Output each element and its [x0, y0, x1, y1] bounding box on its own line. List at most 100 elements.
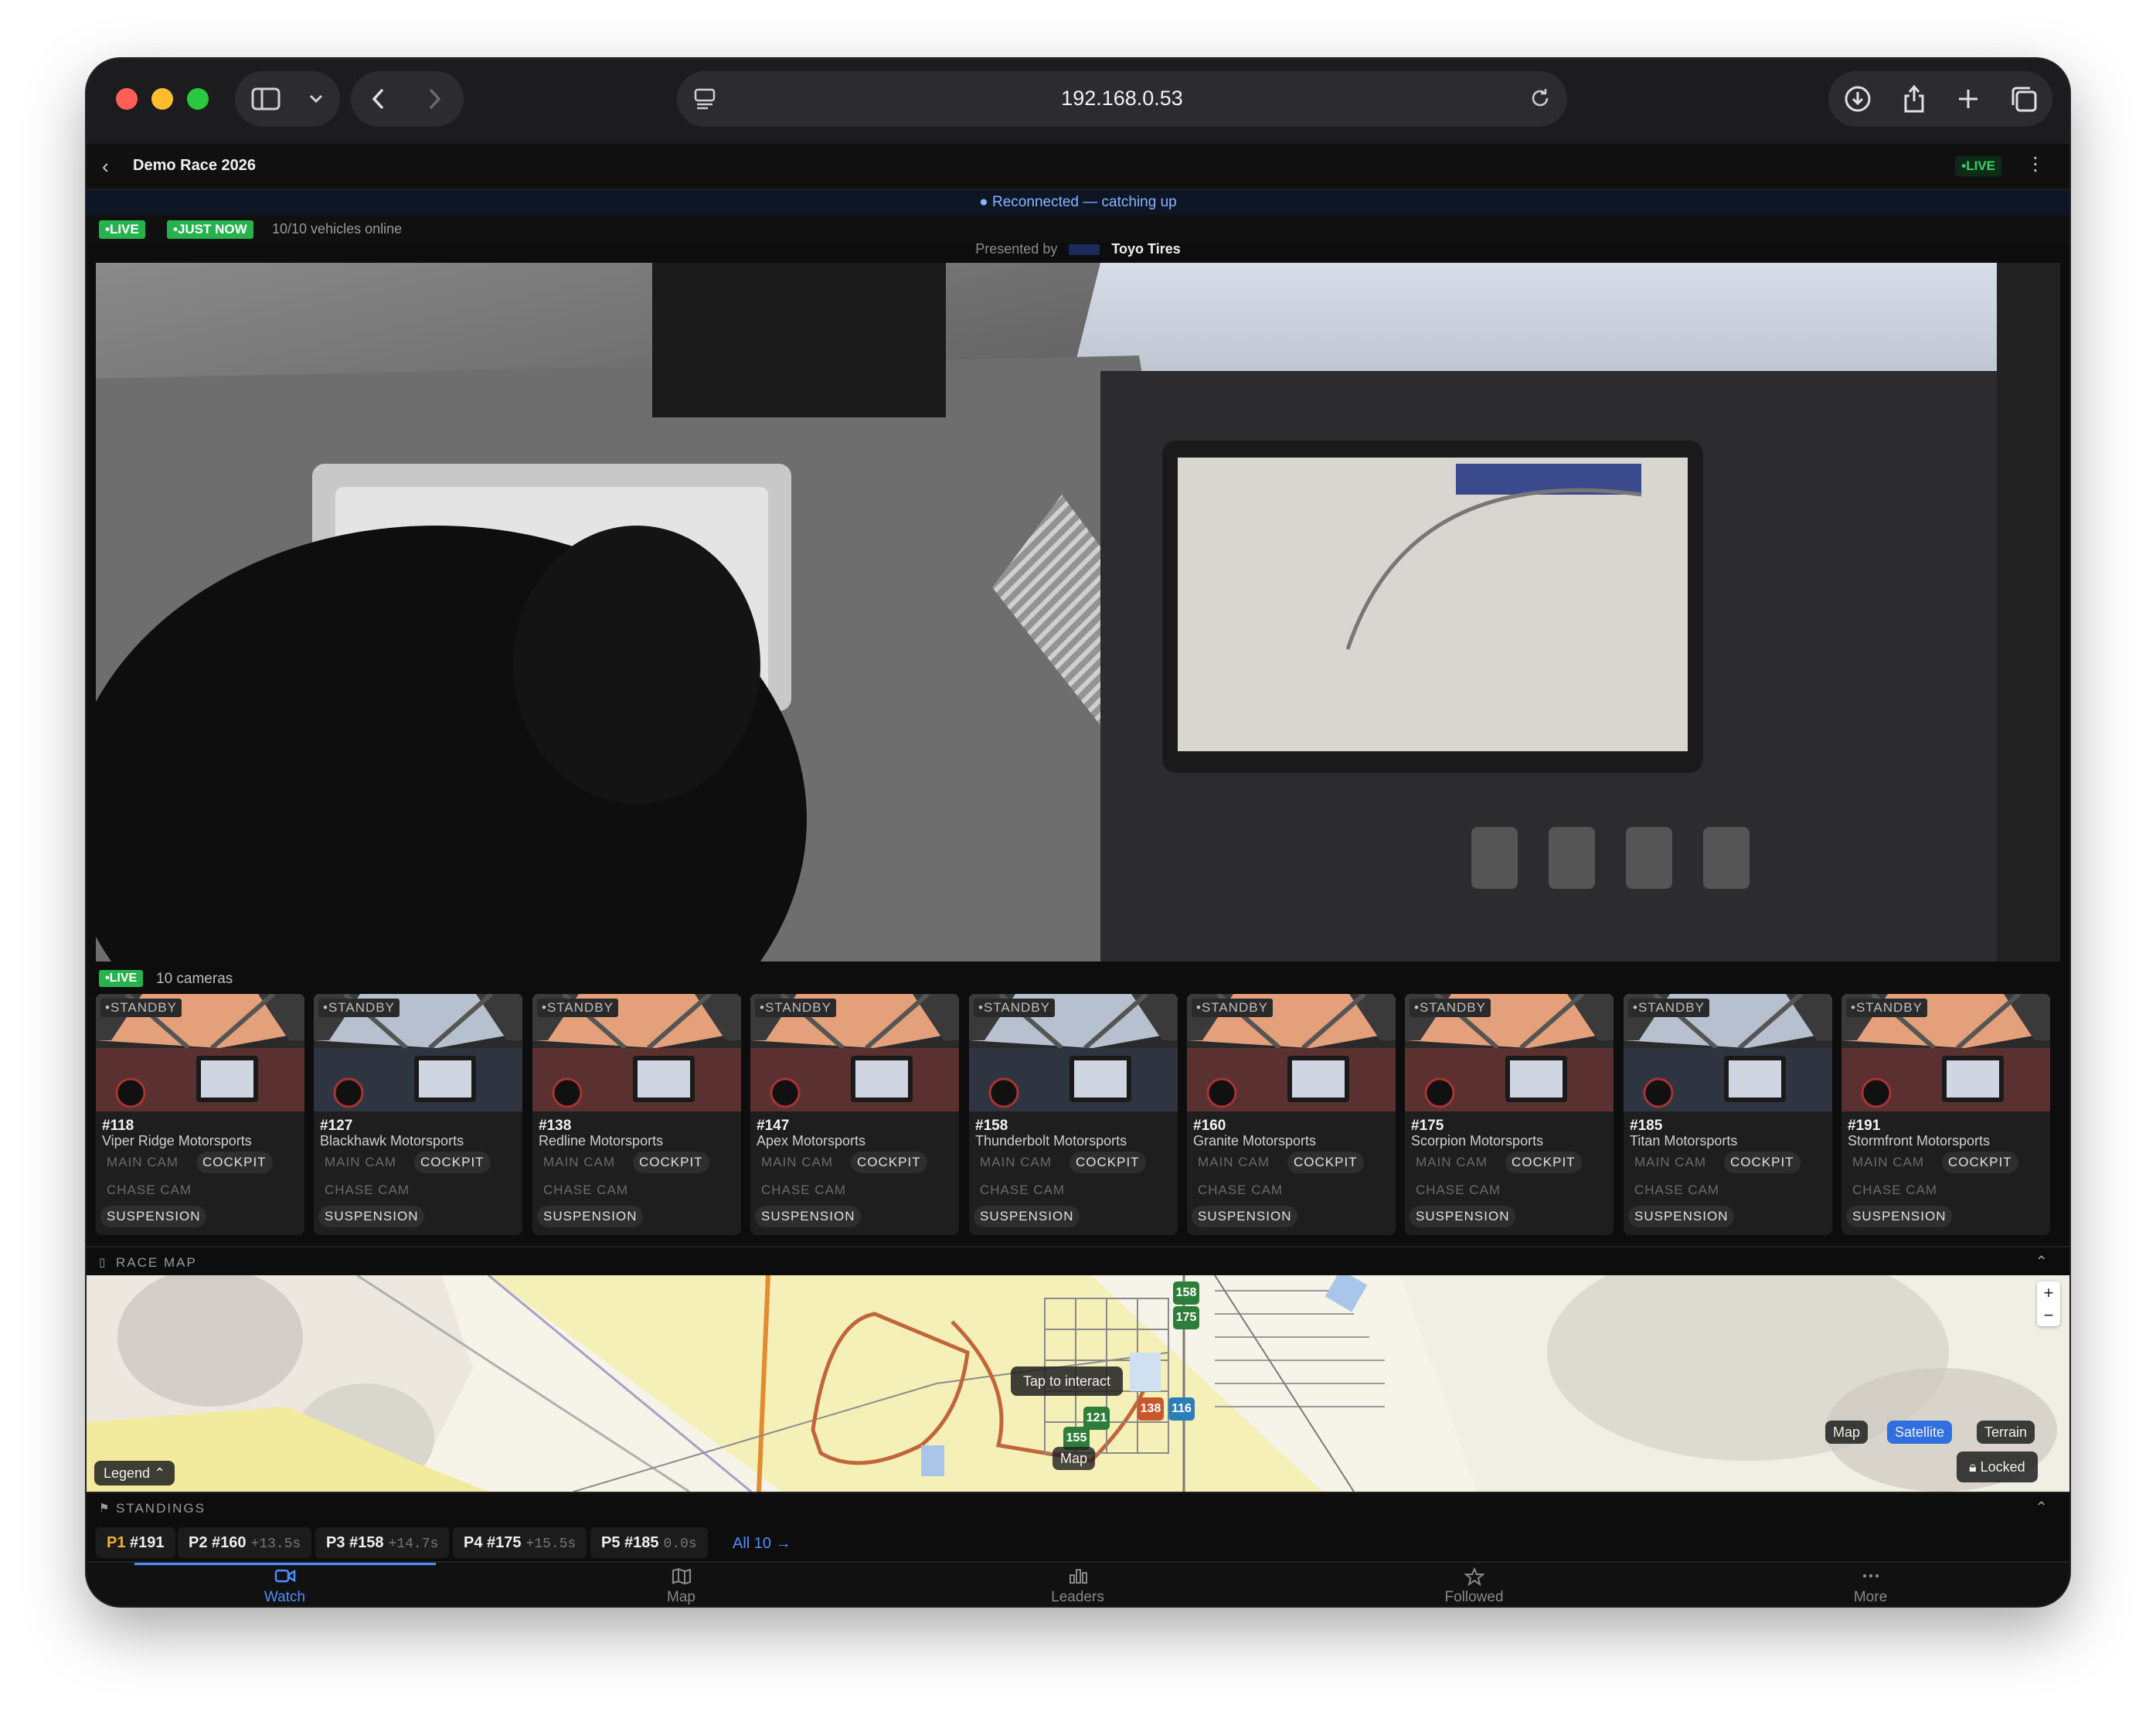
tab-more[interactable]: More — [1672, 1563, 2069, 1606]
chase-cam-option[interactable]: CHASE CAM — [1628, 1179, 1726, 1201]
camera-card[interactable]: •STANDBY #160 Granite Motorsports MAIN CAM C… — [1187, 994, 1396, 1235]
suspension-option[interactable]: SUSPENSION — [1192, 1206, 1298, 1227]
zoom-in-button[interactable]: + — [2037, 1281, 2060, 1304]
sidebar-icon[interactable] — [235, 71, 297, 127]
suspension-option[interactable]: SUSPENSION — [1628, 1206, 1735, 1227]
main-video-player[interactable] — [96, 263, 2060, 961]
suspension-option[interactable]: SUSPENSION — [1846, 1206, 1953, 1227]
download-icon[interactable] — [1844, 85, 1872, 113]
forward-icon[interactable] — [406, 71, 462, 127]
main-cam-option[interactable]: MAIN CAM — [1410, 1152, 1494, 1173]
main-cam-option[interactable]: MAIN CAM — [755, 1152, 839, 1173]
standing-chip[interactable]: P3 #158 +14.7s — [315, 1527, 450, 1558]
chase-cam-option[interactable]: CHASE CAM — [755, 1179, 852, 1201]
camera-card[interactable]: •STANDBY #138 Redline Motorsports MAIN CAM C… — [532, 994, 741, 1235]
main-cam-option[interactable]: MAIN CAM — [1628, 1152, 1712, 1173]
suspension-option[interactable]: SUSPENSION — [755, 1206, 862, 1227]
car-pin[interactable]: 116 — [1168, 1397, 1195, 1421]
camera-card[interactable]: •STANDBY #191 Stormfront Motorsports MAIN C… — [1841, 994, 2050, 1235]
standing-chip[interactable]: P2 #160 +13.5s — [178, 1527, 312, 1558]
suspension-option[interactable]: SUSPENSION — [100, 1206, 207, 1227]
race-map[interactable]: 158 175 138 116 121 155 Tap to interact … — [87, 1275, 2069, 1492]
tab-followed[interactable]: Followed — [1276, 1563, 1672, 1606]
camera-thumbnail[interactable]: •STANDBY — [750, 994, 959, 1111]
camera-card[interactable]: •STANDBY #147 Apex Motorsports MAIN CAM COCK… — [750, 994, 959, 1235]
reload-icon[interactable] — [1529, 87, 1552, 114]
chase-cam-option[interactable]: CHASE CAM — [974, 1179, 1071, 1201]
cockpit-option[interactable]: COCKPIT — [414, 1152, 491, 1173]
standing-chip[interactable]: P1 #191 — [96, 1527, 175, 1558]
cockpit-option[interactable]: COCKPIT — [196, 1152, 273, 1173]
main-cam-option[interactable]: MAIN CAM — [1846, 1152, 1930, 1173]
zoom-out-button[interactable]: − — [2037, 1304, 2060, 1326]
share-icon[interactable] — [1902, 84, 1926, 114]
new-tab-icon[interactable] — [1957, 87, 1980, 111]
camera-thumbnail[interactable]: •STANDBY — [1187, 994, 1396, 1111]
cockpit-option[interactable]: COCKPIT — [633, 1152, 709, 1173]
map-mode-terrain-button[interactable]: Terrain — [1977, 1421, 2035, 1444]
minimize-window-button[interactable] — [151, 88, 173, 110]
camera-thumbnail[interactable]: •STANDBY — [969, 994, 1178, 1111]
tab-watch[interactable]: Watch — [87, 1563, 483, 1606]
chevron-down-icon[interactable] — [297, 71, 335, 127]
camera-thumbnail[interactable]: •STANDBY — [532, 994, 741, 1111]
collapse-chevron-icon[interactable]: ⌃ — [2035, 1498, 2048, 1517]
tab-leaders[interactable]: Leaders — [879, 1563, 1276, 1606]
suspension-option[interactable]: SUSPENSION — [1410, 1206, 1516, 1227]
chase-cam-option[interactable]: CHASE CAM — [100, 1179, 198, 1201]
standings-header[interactable]: ⚑ STANDINGS ⌃ — [87, 1492, 2069, 1520]
camera-thumbnail[interactable]: •STANDBY — [1624, 994, 1832, 1111]
camera-card[interactable]: •STANDBY #175 Scorpion Motorsports MAIN CAM… — [1405, 994, 1614, 1235]
chase-cam-option[interactable]: CHASE CAM — [1410, 1179, 1507, 1201]
cockpit-option[interactable]: COCKPIT — [851, 1152, 927, 1173]
camera-card[interactable]: •STANDBY #118 Viper Ridge Motorsports MAIN … — [96, 994, 304, 1235]
camera-thumbnail[interactable]: •STANDBY — [314, 994, 522, 1111]
map-mode-map-button[interactable]: Map — [1825, 1421, 1869, 1444]
standing-chip[interactable]: P5 #185 0.0s — [590, 1527, 708, 1558]
main-cam-option[interactable]: MAIN CAM — [537, 1152, 621, 1173]
map-mode-map[interactable]: Map — [1052, 1447, 1096, 1470]
tap-to-interact-hint[interactable]: Tap to interact — [1011, 1366, 1124, 1396]
main-cam-option[interactable]: MAIN CAM — [318, 1152, 403, 1173]
cockpit-option[interactable]: COCKPIT — [1505, 1152, 1582, 1173]
camera-thumbnail[interactable]: •STANDBY — [1841, 994, 2050, 1111]
legend-button[interactable]: Legend ⌃ — [94, 1461, 175, 1485]
main-cam-option[interactable]: MAIN CAM — [100, 1152, 185, 1173]
car-pin[interactable]: 175 — [1173, 1306, 1199, 1329]
tab-overview-icon[interactable] — [2010, 85, 2038, 113]
address-bar[interactable]: 192.168.0.53 — [677, 71, 1567, 127]
close-window-button[interactable] — [116, 88, 138, 110]
suspension-option[interactable]: SUSPENSION — [974, 1206, 1080, 1227]
camera-thumbnail[interactable]: •STANDBY — [96, 994, 304, 1111]
suspension-option[interactable]: SUSPENSION — [318, 1206, 425, 1227]
chase-cam-option[interactable]: CHASE CAM — [1192, 1179, 1289, 1201]
camera-thumbnail[interactable]: •STANDBY — [1405, 994, 1614, 1111]
tab-map[interactable]: Map — [483, 1563, 879, 1606]
camera-card[interactable]: •STANDBY #127 Blackhawk Motorsports MAIN CA… — [314, 994, 522, 1235]
all-standings-link[interactable]: All 10 → — [733, 1535, 791, 1553]
chase-cam-option[interactable]: CHASE CAM — [318, 1179, 416, 1201]
back-icon[interactable] — [351, 71, 406, 127]
map-lock-button[interactable]: 🔒︎ Locked — [1957, 1451, 2038, 1482]
car-pin[interactable]: 138 — [1138, 1397, 1164, 1421]
main-cam-option[interactable]: MAIN CAM — [1192, 1152, 1276, 1173]
more-vertical-icon[interactable]: ⋮ — [2026, 153, 2045, 175]
map-mode-satellite-button[interactable]: Satellite — [1887, 1421, 1953, 1444]
cockpit-option[interactable]: COCKPIT — [1287, 1152, 1364, 1173]
car-pin[interactable]: 158 — [1173, 1281, 1199, 1305]
camera-card[interactable]: •STANDBY #185 Titan Motorsports MAIN CAM COC… — [1624, 994, 1832, 1235]
chase-cam-option[interactable]: CHASE CAM — [537, 1179, 634, 1201]
collapse-chevron-icon[interactable]: ⌃ — [2035, 1252, 2048, 1271]
cockpit-option[interactable]: COCKPIT — [1724, 1152, 1801, 1173]
camera-card[interactable]: •STANDBY #158 Thunderbolt Motorsports MAIN … — [969, 994, 1178, 1235]
zoom-window-button[interactable] — [187, 88, 209, 110]
chase-cam-option[interactable]: CHASE CAM — [1846, 1179, 1943, 1201]
cockpit-option[interactable]: COCKPIT — [1069, 1152, 1146, 1173]
standing-gap: +13.5s — [250, 1537, 301, 1552]
back-chevron-icon[interactable]: ‹ — [102, 155, 109, 179]
race-map-header[interactable]: ▯ RACE MAP ⌃ — [87, 1246, 2069, 1274]
main-cam-option[interactable]: MAIN CAM — [974, 1152, 1058, 1173]
cockpit-option[interactable]: COCKPIT — [1942, 1152, 2018, 1173]
suspension-option[interactable]: SUSPENSION — [537, 1206, 644, 1227]
standing-chip[interactable]: P4 #175 +15.5s — [453, 1527, 587, 1558]
